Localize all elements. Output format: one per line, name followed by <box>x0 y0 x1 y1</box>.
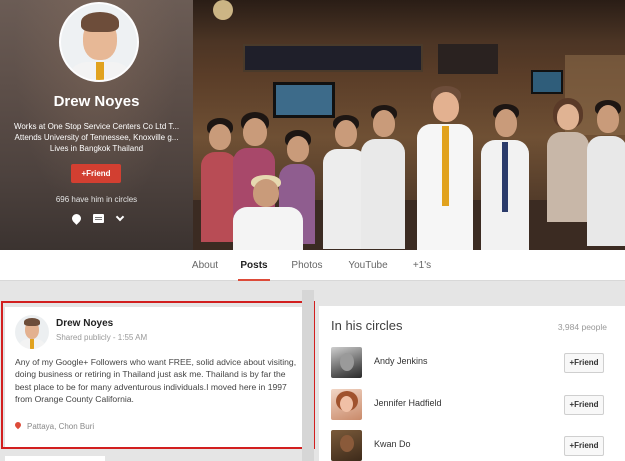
profile-location: Lives in Bangkok Thailand <box>49 144 144 153</box>
add-friend-button[interactable]: +Friend <box>564 395 604 415</box>
tab-posts[interactable]: Posts <box>238 250 270 281</box>
profile-work: Works at One Stop Service Centers Co Ltd… <box>13 122 180 131</box>
person-avatar[interactable] <box>331 347 362 378</box>
in-his-circles-panel: In his circles 3,984 people Andy Jenkins… <box>319 306 625 461</box>
add-friend-button[interactable]: +Friend <box>564 436 604 456</box>
person-name[interactable]: Jennifer Hadfield <box>374 398 442 408</box>
next-post-card <box>5 456 105 461</box>
post-location[interactable]: Pattaya, Chon Buri <box>13 420 95 431</box>
message-icon[interactable] <box>93 213 105 225</box>
chevron-down-icon[interactable] <box>114 212 126 225</box>
tab-plus-ones[interactable]: +1's <box>404 250 440 281</box>
add-friend-button[interactable]: +Friend <box>71 164 121 183</box>
location-pin-icon <box>13 420 23 430</box>
profile-name: Drew Noyes <box>53 93 140 110</box>
cover-photo[interactable] <box>193 0 625 250</box>
circle-person-row: Jennifer Hadfield +Friend <box>331 389 621 425</box>
tab-photos[interactable]: Photos <box>284 250 330 281</box>
post-location-label: Pattaya, Chon Buri <box>27 422 95 431</box>
profile-education: Attends University of Tennessee, Knoxvil… <box>14 133 179 142</box>
post-body: Any of my Google+ Followers who want FRE… <box>15 357 297 404</box>
profile-avatar[interactable] <box>59 2 139 82</box>
post-author-avatar[interactable] <box>15 315 49 349</box>
map-pin-icon[interactable] <box>70 212 83 225</box>
add-friend-button[interactable]: +Friend <box>564 353 604 373</box>
post-card[interactable]: Drew Noyes Shared publicly - 1:55 AM Any… <box>5 307 302 447</box>
circles-total[interactable]: 3,984 people <box>558 322 607 332</box>
post-author-name[interactable]: Drew Noyes <box>56 318 113 329</box>
scrollbar[interactable] <box>302 290 314 461</box>
circle-person-row: Kwan Do +Friend <box>331 430 621 461</box>
person-name[interactable]: Andy Jenkins <box>374 356 428 366</box>
profile-tabs: About Posts Photos YouTube +1's <box>0 250 625 281</box>
profile-cover: Drew Noyes Works at One Stop Service Cen… <box>0 0 625 250</box>
post-meta: Shared publicly - 1:55 AM <box>56 333 148 342</box>
circle-person-row: Andy Jenkins +Friend <box>331 347 621 383</box>
tab-about[interactable]: About <box>184 250 226 281</box>
person-avatar[interactable] <box>331 430 362 461</box>
person-name[interactable]: Kwan Do <box>374 439 411 449</box>
circles-title[interactable]: In his circles <box>331 318 403 333</box>
circles-count[interactable]: 696 have him in circles <box>0 195 193 204</box>
person-avatar[interactable] <box>331 389 362 420</box>
tab-youtube[interactable]: YouTube <box>342 250 394 281</box>
